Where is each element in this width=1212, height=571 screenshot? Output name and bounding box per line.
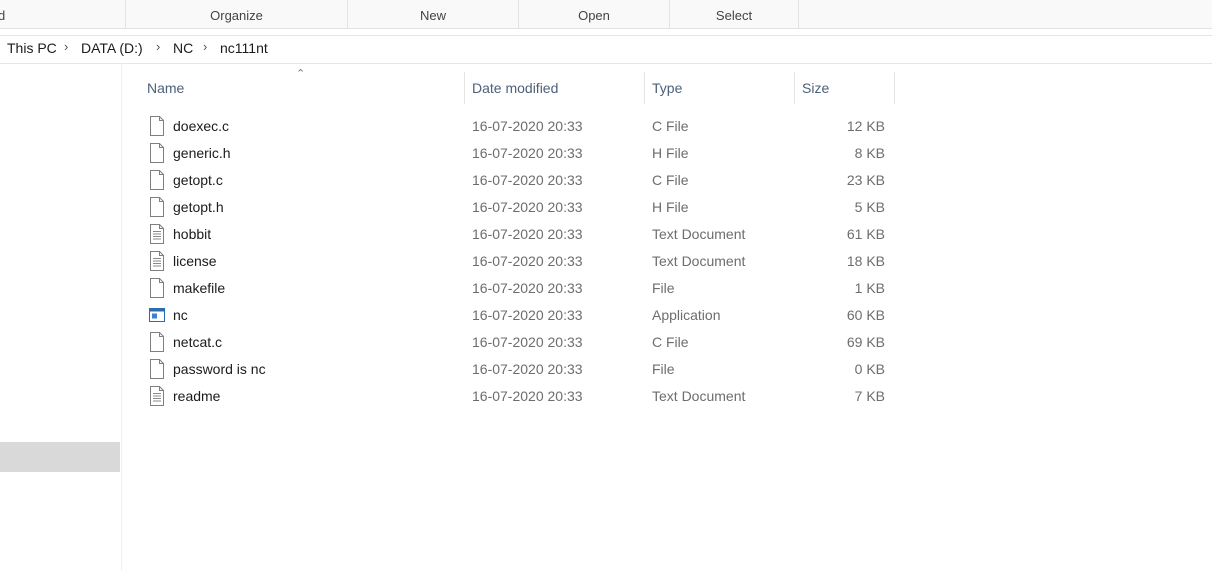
file-type: Text Document <box>652 226 746 242</box>
file-date-modified: 16-07-2020 20:33 <box>472 253 583 269</box>
file-size: 60 KB <box>846 307 885 323</box>
file-type: H File <box>652 199 689 215</box>
text-document-icon <box>149 251 165 271</box>
blank-file-icon <box>149 143 165 163</box>
file-row[interactable]: netcat.c 16-07-2020 20:33 C File 69 KB <box>140 329 895 356</box>
address-bar[interactable]: This PC › DATA (D:) › NC › nc111nt <box>0 35 1212 64</box>
column-divider[interactable] <box>894 72 895 104</box>
file-size: 61 KB <box>846 226 885 242</box>
column-header-size-label: Size <box>802 80 830 96</box>
file-row[interactable]: getopt.c 16-07-2020 20:33 C File 23 KB <box>140 167 895 194</box>
file-size: 69 KB <box>846 334 885 350</box>
ribbon-group-open-label: Open <box>578 8 610 23</box>
column-header-name[interactable]: Name <box>140 72 464 104</box>
file-size: 1 KB <box>854 280 885 296</box>
file-row[interactable]: password is nc 16-07-2020 20:33 File 0 KB <box>140 356 895 383</box>
ribbon-group-new[interactable]: New <box>348 0 519 28</box>
column-header-name-label: Name <box>147 80 185 96</box>
ribbon-group-organize[interactable]: Organize <box>126 0 348 28</box>
file-name: password is nc <box>173 361 266 377</box>
file-size: 8 KB <box>854 145 885 161</box>
file-name: getopt.h <box>173 199 224 215</box>
file-row[interactable]: doexec.c 16-07-2020 20:33 C File 12 KB <box>140 113 895 140</box>
file-date-modified: 16-07-2020 20:33 <box>472 307 583 323</box>
file-date-modified: 16-07-2020 20:33 <box>472 199 583 215</box>
file-date-modified: 16-07-2020 20:33 <box>472 361 583 377</box>
file-date-modified: 16-07-2020 20:33 <box>472 334 583 350</box>
file-type: File <box>652 280 675 296</box>
file-row[interactable]: readme 16-07-2020 20:33 Text Document 7 KB <box>140 383 895 410</box>
file-type: C File <box>652 172 689 188</box>
file-name: makefile <box>173 280 226 296</box>
file-name: hobbit <box>173 226 212 242</box>
file-name: netcat.c <box>173 334 223 350</box>
breadcrumb-nc[interactable]: NC <box>173 40 193 56</box>
text-document-icon <box>149 386 165 406</box>
file-name: doexec.c <box>173 118 230 134</box>
breadcrumb-this-pc[interactable]: This PC <box>7 40 57 56</box>
ribbon-group-select[interactable]: Select <box>670 0 799 28</box>
file-row[interactable]: generic.h 16-07-2020 20:33 H File 8 KB <box>140 140 895 167</box>
file-size: 23 KB <box>846 172 885 188</box>
file-date-modified: 16-07-2020 20:33 <box>472 226 583 242</box>
file-name: license <box>173 253 217 269</box>
blank-file-icon <box>149 332 165 352</box>
file-name: getopt.c <box>173 172 223 188</box>
ribbon-group-clipboard-label: d <box>0 8 6 23</box>
column-header-date-modified[interactable]: Date modified <box>465 72 644 104</box>
file-type: C File <box>652 334 689 350</box>
file-row[interactable]: getopt.h 16-07-2020 20:33 H File 5 KB <box>140 194 895 221</box>
file-type: Application <box>652 307 721 323</box>
file-row[interactable]: hobbit 16-07-2020 20:33 Text Document 61 KB <box>140 221 895 248</box>
blank-file-icon <box>149 170 165 190</box>
ribbon-group-new-label: New <box>419 8 446 23</box>
file-name: readme <box>173 388 221 404</box>
file-size: 18 KB <box>846 253 885 269</box>
file-date-modified: 16-07-2020 20:33 <box>472 145 583 161</box>
column-header-date-label: Date modified <box>472 80 559 96</box>
file-type: Text Document <box>652 253 746 269</box>
file-type: C File <box>652 118 689 134</box>
blank-file-icon <box>149 116 165 136</box>
application-icon <box>149 305 165 325</box>
ribbon-group-clipboard: d <box>0 0 126 28</box>
nav-item-selected[interactable] <box>0 442 120 472</box>
file-size: 7 KB <box>854 388 885 404</box>
navigation-pane[interactable] <box>0 63 122 571</box>
ribbon: d Organize New Open Select <box>0 0 1212 28</box>
file-date-modified: 16-07-2020 20:33 <box>472 280 583 296</box>
chevron-right-icon[interactable]: › <box>64 39 68 54</box>
blank-file-icon <box>149 278 165 298</box>
file-name: generic.h <box>173 145 231 161</box>
breadcrumb-data-drive[interactable]: DATA (D:) <box>81 40 143 56</box>
file-date-modified: 16-07-2020 20:33 <box>472 388 583 404</box>
column-header-type-label: Type <box>652 80 683 96</box>
file-row[interactable]: nc 16-07-2020 20:33 Application 60 KB <box>140 302 895 329</box>
column-header-type[interactable]: Type <box>645 72 794 104</box>
file-type: H File <box>652 145 689 161</box>
file-size: 0 KB <box>854 361 885 377</box>
ribbon-divider <box>0 28 1212 29</box>
file-row[interactable]: makefile 16-07-2020 20:33 File 1 KB <box>140 275 895 302</box>
file-size: 5 KB <box>854 199 885 215</box>
breadcrumb-nc111nt[interactable]: nc111nt <box>220 40 268 56</box>
file-row[interactable]: license 16-07-2020 20:33 Text Document 18 K… <box>140 248 895 275</box>
text-document-icon <box>149 224 165 244</box>
file-type: File <box>652 361 675 377</box>
file-name: nc <box>173 307 188 323</box>
ribbon-group-organize-label: Organize <box>210 8 263 23</box>
file-date-modified: 16-07-2020 20:33 <box>472 172 583 188</box>
ribbon-group-open[interactable]: Open <box>519 0 670 28</box>
file-size: 12 KB <box>846 118 885 134</box>
blank-file-icon <box>149 197 165 217</box>
file-type: Text Document <box>652 388 746 404</box>
blank-file-icon <box>149 359 165 379</box>
file-date-modified: 16-07-2020 20:33 <box>472 118 583 134</box>
chevron-right-icon[interactable]: › <box>156 39 160 54</box>
ribbon-group-select-label: Select <box>715 8 753 23</box>
column-header-size[interactable]: Size <box>795 72 894 104</box>
chevron-right-icon[interactable]: › <box>203 39 207 54</box>
